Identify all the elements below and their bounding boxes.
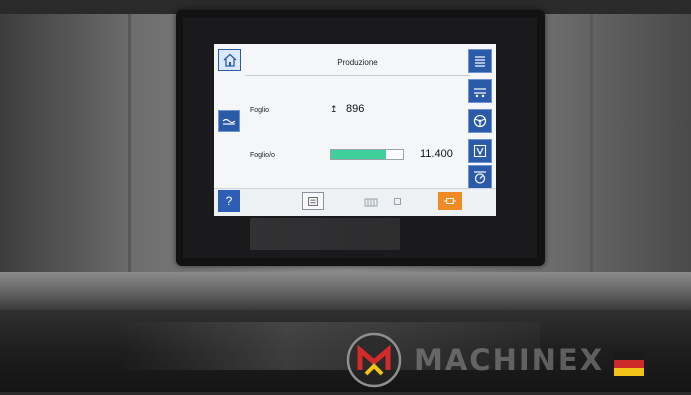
sheet-stack-icon xyxy=(222,118,236,125)
foglio-value: 896 xyxy=(346,103,365,115)
glass-reflection xyxy=(250,218,400,250)
vacuum-icon xyxy=(473,144,487,158)
sheet-counter-button[interactable] xyxy=(302,192,324,210)
indicator-dot xyxy=(392,192,402,210)
sheet-counter-icon xyxy=(308,197,318,206)
page-title: Produzione xyxy=(337,57,378,67)
german-flag xyxy=(614,352,644,376)
help-button[interactable]: ? xyxy=(218,190,240,212)
home-icon xyxy=(223,53,236,67)
direction-indicator: ↥ xyxy=(330,104,338,114)
blanket-icon xyxy=(364,198,378,207)
conveyor-button[interactable] xyxy=(468,79,492,103)
orange-toggle-icon xyxy=(444,198,456,204)
feeder-button[interactable] xyxy=(468,49,492,73)
progress-fill xyxy=(331,150,387,159)
machine-edge xyxy=(0,272,691,310)
foglio-o-value: 11.400 xyxy=(420,148,453,160)
indicator-dot-icon xyxy=(393,197,401,205)
header-bar: Produzione xyxy=(245,49,470,76)
gauge-icon xyxy=(474,171,486,184)
vacuum-button[interactable] xyxy=(468,139,492,163)
machinex-logo-icon xyxy=(346,332,402,388)
sheet-stack-button[interactable] xyxy=(218,110,240,132)
feeder-icon xyxy=(475,56,485,67)
panel-seam-right xyxy=(590,14,593,276)
blanket-button[interactable] xyxy=(360,192,382,210)
touch-screen-ui: Produzione Foglio ↥ 896 Foglio/o 11.400 … xyxy=(214,44,496,216)
watermark-text: MACHINEX xyxy=(414,343,605,377)
steering-button[interactable] xyxy=(468,109,492,133)
row-label-foglio: Foglio xyxy=(250,107,270,114)
orange-toggle-button[interactable] xyxy=(438,192,462,210)
panel-seam-left xyxy=(128,14,131,276)
gauge-button[interactable] xyxy=(468,165,492,189)
steering-wheel-icon xyxy=(473,114,487,128)
row-label-foglio-o: Foglio/o xyxy=(250,152,275,159)
home-button[interactable] xyxy=(218,49,241,71)
machinex-logo xyxy=(344,330,404,390)
production-progress-bar xyxy=(330,149,404,160)
conveyor-icon xyxy=(474,88,486,98)
